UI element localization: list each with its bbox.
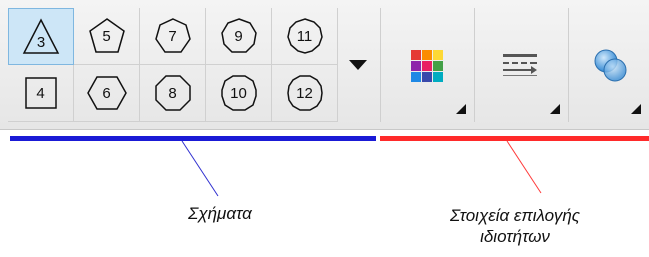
shape-label: 12: [296, 84, 313, 102]
properties-caption-line2: ιδιοτήτων: [480, 227, 550, 246]
shape-label: 5: [102, 27, 111, 45]
shape-label: 9: [234, 27, 243, 45]
shape-label: 3: [36, 34, 46, 51]
properties-callout-line: [506, 140, 542, 194]
shapes-callout-line: [181, 140, 219, 197]
shape-label: 7: [168, 27, 177, 45]
shape-label: 10: [230, 84, 247, 102]
properties-caption: Στοιχεία επιλογής ιδιοτήτων: [390, 205, 640, 247]
shape-label: 11: [296, 27, 313, 45]
shapes-caption: Σχήματα: [188, 204, 252, 223]
properties-caption-line1: Στοιχεία επιλογής: [449, 206, 581, 225]
shape-label: 8: [168, 84, 177, 102]
shape-label: 6: [102, 84, 111, 102]
shape-label: 4: [36, 84, 45, 102]
